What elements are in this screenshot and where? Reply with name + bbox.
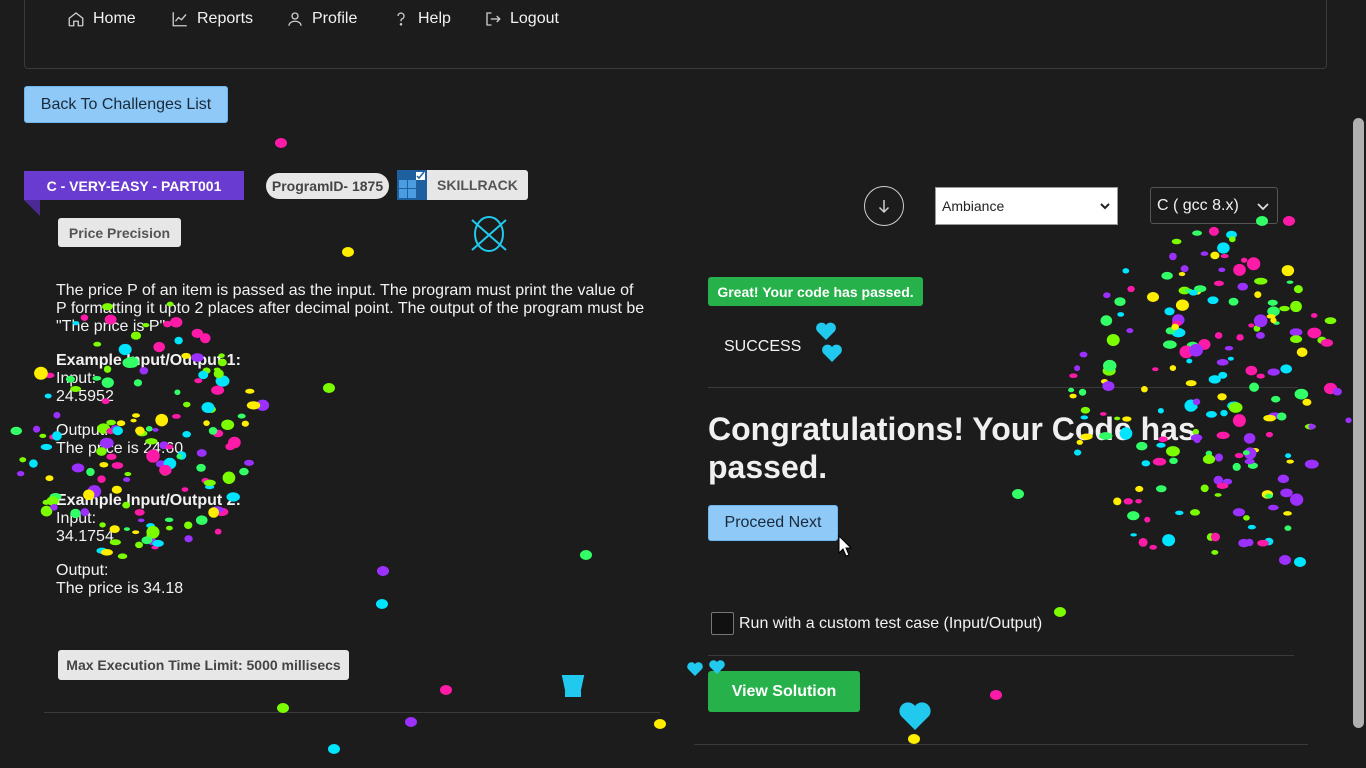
nav-help-label: Help <box>418 10 451 27</box>
divider <box>708 655 1294 656</box>
example1-output-label: Output: <box>56 422 109 439</box>
passed-badge: Great! Your code has passed. <box>708 277 923 306</box>
custom-test-label[interactable]: Run with a custom test case (Input/Outpu… <box>739 615 1042 633</box>
example1-input: 24.5952 <box>56 388 114 405</box>
scrollbar-thumb[interactable] <box>1353 118 1364 728</box>
challenge-title: Price Precision <box>58 218 181 247</box>
example1-output: The price is 24.60 <box>56 440 184 457</box>
logout-icon <box>486 12 501 26</box>
home-icon <box>68 12 84 27</box>
view-solution-button[interactable]: View Solution <box>708 671 860 712</box>
skillrack-logo-icon <box>397 170 427 200</box>
challenge-page: Home Reports Profile Help Logout Back To… <box>0 0 1366 768</box>
drum-icon <box>471 216 507 252</box>
nav-home[interactable]: Home <box>67 10 136 28</box>
nav-profile-label: Profile <box>312 10 358 27</box>
theme-select-value: Ambiance <box>942 198 1005 214</box>
question-icon <box>397 12 405 26</box>
program-id-badge: ProgramID- 1875 <box>266 173 389 199</box>
challenge-description: The price P of an item is passed as the … <box>56 282 645 335</box>
nav-logout-label: Logout <box>510 10 559 27</box>
example2-output-label: Output: <box>56 562 109 579</box>
back-to-challenges-button[interactable]: Back To Challenges List <box>24 86 228 123</box>
language-select[interactable]: C ( gcc 8.x) <box>1150 187 1278 224</box>
custom-test-row: Run with a custom test case (Input/Outpu… <box>711 612 1042 635</box>
top-navbar: Home Reports Profile Help Logout <box>24 0 1327 69</box>
skillrack-label: SKILLRACK <box>437 177 518 193</box>
nav-profile[interactable]: Profile <box>286 10 357 28</box>
nav-reports-label: Reports <box>197 10 254 27</box>
example2-output: The price is 34.18 <box>56 580 184 597</box>
custom-test-checkbox[interactable] <box>711 612 734 635</box>
ribbon-fold <box>24 200 40 216</box>
theme-select[interactable]: Ambiance <box>935 187 1118 225</box>
chart-icon <box>172 12 187 27</box>
nav-reports[interactable]: Reports <box>171 10 253 28</box>
congratulations-heading: Congratulations! Your Code has passed. <box>708 411 1196 485</box>
example2-heading: Example Input/Output 2: <box>56 492 241 509</box>
example2-input: 34.1754 <box>56 528 114 545</box>
chevron-down-icon <box>1100 203 1110 210</box>
nav-logout[interactable]: Logout <box>484 10 559 28</box>
nav-home-label: Home <box>93 10 136 27</box>
trophy-icon <box>561 675 585 697</box>
max-execution-time-badge: Max Execution Time Limit: 5000 millisecs <box>58 650 349 680</box>
nav-help[interactable]: Help <box>392 10 451 28</box>
example1-heading: Example Input/Output 1: <box>56 352 241 369</box>
language-select-value: C ( gcc 8.x) <box>1157 196 1239 214</box>
divider <box>694 744 1308 745</box>
success-status: SUCCESS <box>724 338 802 355</box>
example1-input-label: Input: <box>56 370 97 387</box>
download-button[interactable] <box>864 186 904 226</box>
proceed-next-button[interactable]: Proceed Next <box>708 505 838 541</box>
user-icon <box>288 12 302 26</box>
example2-input-label: Input: <box>56 510 97 527</box>
chevron-down-icon <box>1257 202 1269 210</box>
skillrack-badge: SKILLRACK <box>397 170 528 200</box>
arrow-down-icon <box>878 200 890 214</box>
level-ribbon: C - VERY-EASY - PART001 <box>24 171 244 200</box>
divider <box>44 712 660 713</box>
divider <box>708 387 1298 388</box>
mouse-cursor <box>838 534 853 562</box>
